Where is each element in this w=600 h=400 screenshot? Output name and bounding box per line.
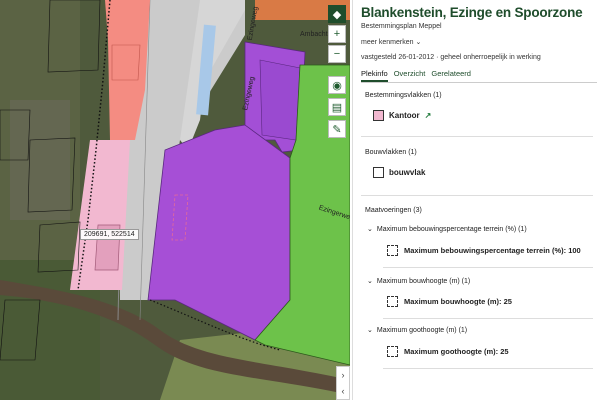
maatvoering-value: Maximum goothoogte (m): 25 — [387, 346, 509, 357]
app-root: Ezingeweg Ezingeweg Ambacht Ezingerweg 2… — [0, 0, 600, 400]
coordinate-readout: 209691, 522514 — [80, 229, 139, 240]
chevron-down-icon: ⌄ — [415, 39, 422, 46]
divider — [361, 136, 593, 137]
maatvoering-group-bouwhoogte[interactable]: ⌄ Maximum bouwhoogte (m) (1) — [367, 277, 471, 286]
panel-tabs: Plekinfo Overzicht Gerelateerd — [361, 69, 597, 83]
info-panel: Blankenstein, Ezinge en Spoorzone Bestem… — [352, 0, 600, 400]
bestemming-item[interactable]: Kantoor ↗ — [373, 110, 431, 121]
dashed-swatch — [387, 346, 398, 357]
dashed-swatch — [387, 245, 398, 256]
plan-title: Blankenstein, Ezinge en Spoorzone — [361, 5, 583, 20]
divider — [383, 368, 593, 369]
more-properties-label: meer kenmerken — [361, 39, 414, 46]
section-header-bouwvlakken: Bouwvlakken (1) — [365, 149, 417, 156]
street-label: Ambacht — [300, 31, 328, 38]
locate-icon[interactable]: ◉ — [328, 76, 346, 94]
chevron-down-icon: ⌄ — [367, 278, 373, 285]
maatvoering-group-bebouwing[interactable]: ⌄ Maximum bebouwingspercentage terrein (… — [367, 225, 527, 234]
value-label: Maximum bebouwingspercentage terrein (%)… — [404, 246, 581, 255]
more-properties-toggle[interactable]: meer kenmerken ⌄ — [361, 38, 421, 46]
chevron-down-icon: ⌄ — [367, 226, 373, 233]
section-header-maatvoeringen: Maatvoeringen (3) — [365, 207, 422, 214]
plan-status: vastgesteld 26-01-2012 · geheel onherroe… — [361, 54, 541, 61]
bestemming-label: Kantoor — [389, 111, 420, 120]
maatvoering-value: Maximum bebouwingspercentage terrein (%)… — [387, 245, 581, 256]
dashed-swatch — [387, 296, 398, 307]
chevron-left-icon: ‹ — [341, 386, 345, 396]
bouwvlak-swatch — [373, 167, 384, 178]
value-label: Maximum goothoogte (m): 25 — [404, 347, 509, 356]
zoom-in-icon[interactable]: + — [328, 25, 346, 43]
section-header-bestemmingsvlakken: Bestemmingsvlakken (1) — [365, 92, 442, 99]
map-canvas[interactable] — [0, 0, 350, 400]
layers-icon[interactable]: ◆ — [328, 5, 346, 23]
value-label: Maximum bouwhoogte (m): 25 — [404, 297, 512, 306]
tab-overzicht[interactable]: Overzicht — [394, 69, 426, 82]
color-swatch — [373, 110, 384, 121]
group-label: Maximum bebouwingspercentage terrein (%)… — [376, 225, 527, 233]
maatvoering-value: Maximum bouwhoogte (m): 25 — [387, 296, 512, 307]
group-label: Maximum bouwhoogte (m) (1) — [376, 277, 471, 285]
map-view[interactable]: Ezingeweg Ezingeweg Ambacht Ezingerweg 2… — [0, 0, 350, 400]
chevron-right-icon: › — [341, 370, 345, 380]
bouwvlak-item[interactable]: bouwvlak — [373, 167, 425, 178]
divider — [361, 195, 593, 196]
tab-plekinfo[interactable]: Plekinfo — [361, 69, 388, 82]
zoom-out-icon[interactable]: − — [328, 45, 346, 63]
bouwvlak-label: bouwvlak — [389, 168, 426, 177]
group-label: Maximum goothoogte (m) (1) — [376, 326, 468, 334]
maatvoering-group-goothoogte[interactable]: ⌄ Maximum goothoogte (m) (1) — [367, 326, 468, 335]
divider — [383, 267, 593, 268]
draw-icon[interactable]: ✎ — [328, 120, 346, 138]
chevron-down-icon: ⌄ — [367, 327, 373, 334]
plan-subtitle: Bestemmingsplan Meppel — [361, 23, 442, 30]
tab-gerelateerd[interactable]: Gerelateerd — [431, 69, 471, 82]
measure-icon[interactable]: ▤ — [328, 98, 346, 116]
divider — [383, 318, 593, 319]
panel-collapse-toggle[interactable]: › ‹ — [336, 366, 350, 400]
external-link-icon[interactable]: ↗ — [425, 111, 432, 120]
